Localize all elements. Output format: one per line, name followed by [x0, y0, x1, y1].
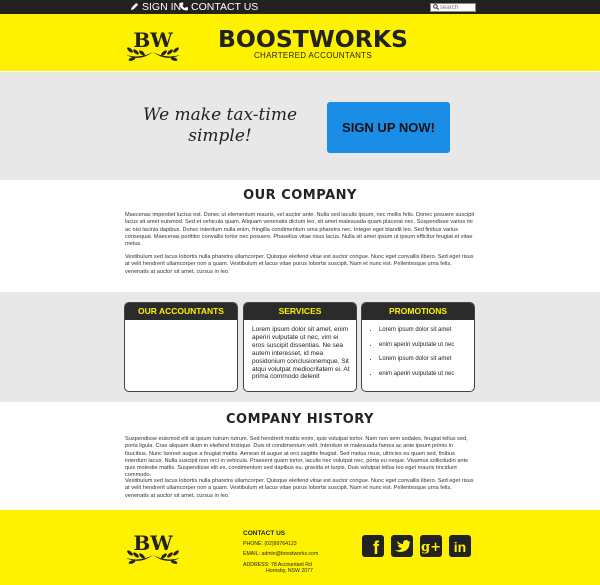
- footer-address-line-2: Hornsby, NSW 2077: [266, 568, 313, 574]
- brand-name: BOOSTWORKS: [218, 25, 408, 53]
- linkedin-glyph: in: [454, 539, 466, 555]
- promotion-item: enim aperiri vulputate ut nec: [379, 342, 468, 349]
- footer-logo-text: BW: [133, 531, 173, 555]
- our-company-paragraph-2: Vestibulum sed lacus lobortis nulla phar…: [125, 254, 474, 275]
- our-accountants-card: OUR ACCOUNTANTS: [124, 302, 238, 392]
- promotions-list: Lorem ipsum dolor sit amet enim aperiri …: [370, 327, 468, 378]
- services-title[interactable]: SERVICES: [244, 303, 356, 320]
- twitter-glyph: [395, 540, 411, 552]
- pencil-icon: [130, 2, 139, 11]
- company-history-title: COMPANY HISTORY: [226, 412, 374, 427]
- footer-email[interactable]: EMAIL: admin@boostworks.com: [243, 551, 318, 557]
- our-company-title: OUR COMPANY: [243, 188, 357, 203]
- logo[interactable]: BW: [122, 25, 184, 65]
- sign-in-link[interactable]: SIGN IN: [130, 1, 181, 13]
- promotions-title[interactable]: PROMOTIONS: [362, 303, 474, 320]
- contact-us-label: CONTACT US: [191, 1, 259, 13]
- services-card: SERVICES Lorem ipsum dolor sit amet, eni…: [243, 302, 357, 392]
- search-icon: [433, 4, 439, 10]
- footer-logo[interactable]: BW: [122, 528, 184, 568]
- google-plus-icon[interactable]: g+: [420, 535, 442, 557]
- company-history-paragraph-1: Suspendisse euismod elit at ipsum rutrum…: [125, 436, 469, 479]
- brand-tagline: CHARTERED ACCOUNTANTS: [253, 51, 372, 60]
- sign-in-label: SIGN IN: [142, 1, 182, 13]
- linkedin-text: in: [454, 539, 466, 555]
- contact-us-link[interactable]: CONTACT US: [180, 1, 258, 13]
- google-plus-text: g+: [421, 540, 441, 555]
- promotion-item: enim aperiri vulputate ut nec: [379, 371, 468, 378]
- services-text: Lorem ipsum dolor sit amet, enim aperiri…: [252, 326, 350, 381]
- linkedin-icon[interactable]: in: [449, 535, 471, 557]
- sign-up-button[interactable]: SIGN UP NOW!: [327, 102, 450, 153]
- our-company-paragraph-1: Maecenas imperdiet luctus est. Donec ut …: [125, 212, 475, 248]
- logo-text: BW: [133, 28, 173, 52]
- top-bar: SIGN IN CONTACT US: [0, 0, 600, 14]
- promotion-item: Lorem ipsum dolor sit amet: [379, 356, 468, 363]
- company-history-paragraph-2: Vestibulum sed lacus lobortis nulla phar…: [125, 478, 474, 499]
- our-accountants-title[interactable]: OUR ACCOUNTANTS: [125, 303, 237, 320]
- google-plus-glyph: g+: [421, 540, 441, 555]
- promotions-card: PROMOTIONS Lorem ipsum dolor sit amet en…: [361, 302, 475, 392]
- promotions-list-wrap: Lorem ipsum dolor sit amet enim aperiri …: [362, 320, 474, 378]
- phone-icon: [180, 2, 188, 11]
- footer-phone[interactable]: PHONE: (02)99764123: [243, 541, 297, 547]
- facebook-icon[interactable]: f: [362, 535, 384, 557]
- facebook-glyph: f: [373, 538, 380, 557]
- promotion-item: Lorem ipsum dolor sit amet: [379, 327, 468, 334]
- twitter-icon[interactable]: [391, 535, 413, 557]
- hero-headline: We make tax-time simple!: [142, 105, 298, 146]
- footer-contact-title: CONTACT US: [243, 530, 286, 537]
- facebook-text: f: [373, 538, 380, 557]
